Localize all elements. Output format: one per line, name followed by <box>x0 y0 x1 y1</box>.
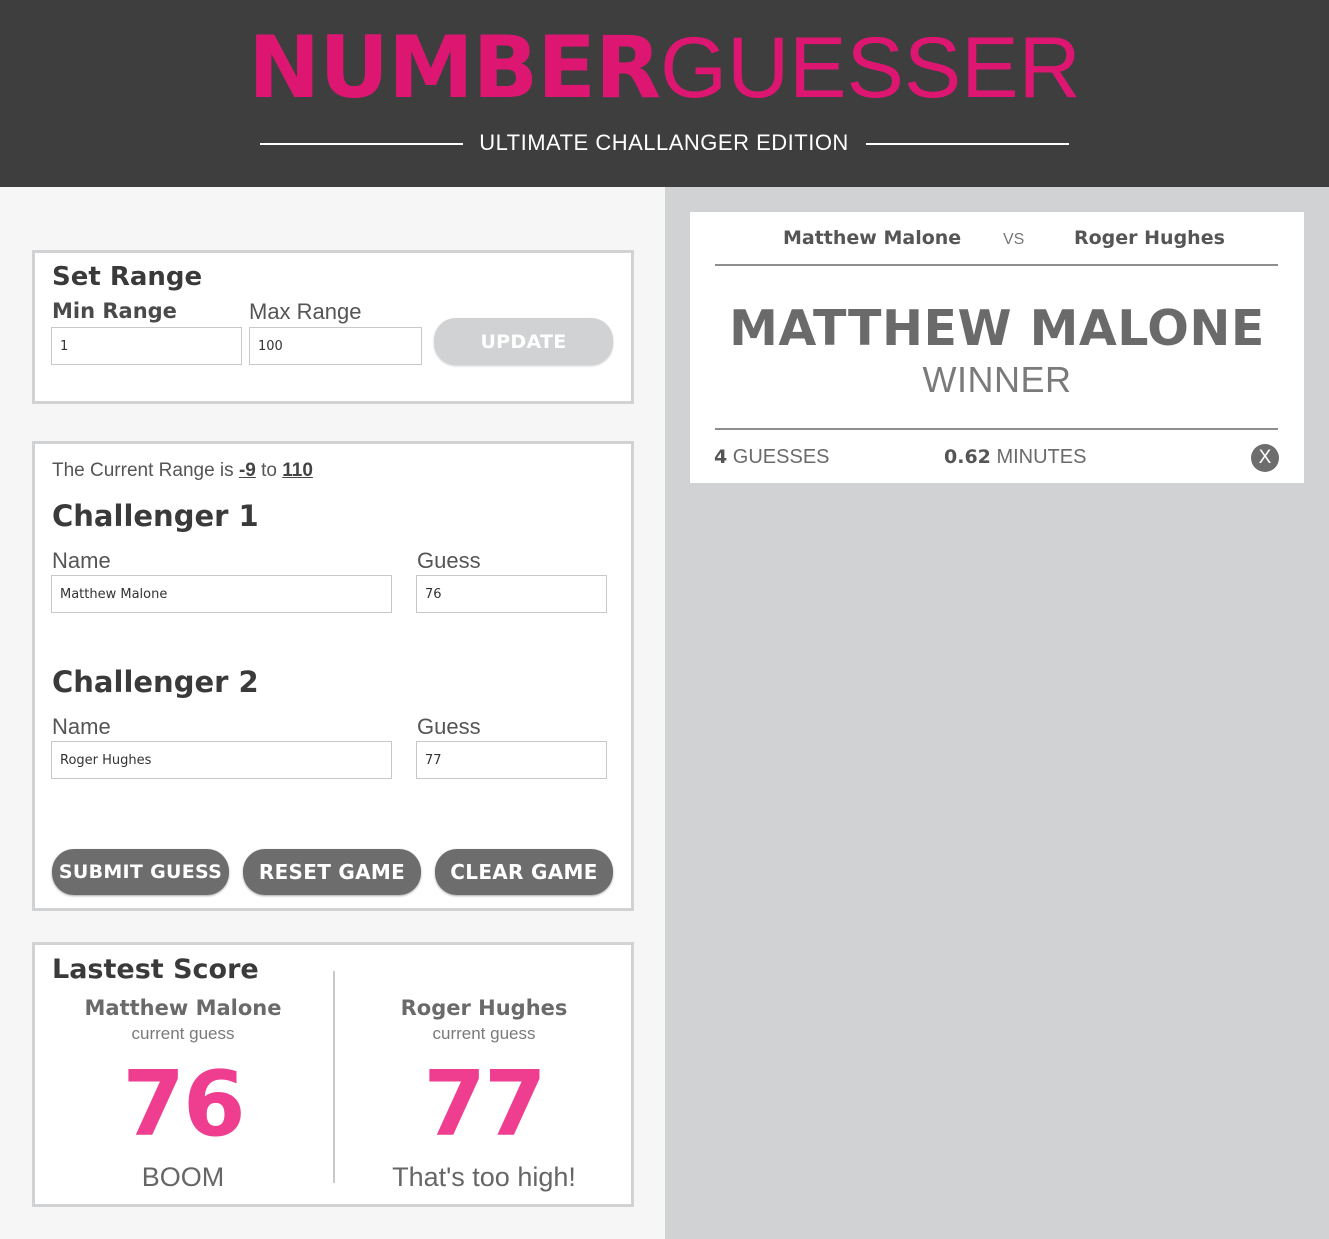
winner-label: WINNER <box>922 359 1072 400</box>
subtitle-rule-right <box>866 143 1069 145</box>
score-column-player-2: Roger Hughes current guess 77 That's too… <box>353 996 615 1193</box>
guesses-stat: 4 GUESSES <box>714 446 830 469</box>
challenger-1-guess-label: Guess <box>417 548 481 573</box>
score-player-1-message: BOOM <box>141 1162 225 1192</box>
winner-card-vs: VS <box>1003 231 1025 248</box>
close-icon[interactable]: X <box>1251 444 1279 472</box>
score-divider <box>333 971 335 1183</box>
challenger-2-title: Challenger 2 <box>52 665 259 699</box>
score-player-1-sub: current guess <box>131 1024 235 1043</box>
winner-card-player-1: Matthew Malone <box>783 227 962 249</box>
score-player-1-name: Matthew Malone <box>84 996 282 1020</box>
score-player-2-sub: current guess <box>432 1024 536 1043</box>
challenger-1-name-input[interactable] <box>51 575 392 613</box>
winner-card-top-rule <box>715 264 1278 266</box>
guesses-label: GUESSES <box>732 446 830 468</box>
current-range-min: -9 <box>238 460 256 481</box>
app-subtitle: ULTIMATE CHALLANGER EDITION <box>479 130 849 155</box>
current-range-to: to <box>261 460 277 481</box>
max-range-input[interactable] <box>249 327 422 365</box>
latest-score-title: Lastest Score <box>52 954 259 985</box>
score-player-2-message: That's too high! <box>392 1162 576 1192</box>
score-player-2-name: Roger Hughes <box>400 996 568 1020</box>
minutes-value: 0.62 <box>944 446 991 468</box>
logo-bold-text: NUMBER <box>248 18 661 118</box>
submit-guess-button[interactable]: SUBMIT GUESS <box>52 849 229 895</box>
challenger-1-guess-input[interactable] <box>416 575 607 613</box>
winner-card-player-2: Roger Hughes <box>1074 227 1225 249</box>
score-player-2-guess: 77 <box>423 1052 546 1157</box>
max-range-label: Max Range <box>249 299 362 324</box>
set-range-title: Set Range <box>52 262 203 292</box>
update-button[interactable]: UPDATE <box>434 318 613 365</box>
current-range-max: 110 <box>282 460 313 481</box>
subtitle-rule-left <box>260 143 463 145</box>
reset-game-button[interactable]: RESET GAME <box>243 849 421 895</box>
clear-game-button[interactable]: CLEAR GAME <box>435 849 613 895</box>
current-range-prefix: The Current Range is <box>52 460 234 481</box>
app-header: NUMBERGUESSER ULTIMATE CHALLANGER EDITIO… <box>0 0 1329 187</box>
challenger-2-guess-input[interactable] <box>416 741 607 779</box>
guesses-count: 4 <box>714 446 728 468</box>
challenger-1-name-label: Name <box>52 548 111 573</box>
app-logo: NUMBERGUESSER <box>0 18 1329 118</box>
challenger-2-name-input[interactable] <box>51 741 392 779</box>
challenger-1-title: Challenger 1 <box>52 499 259 533</box>
minutes-stat: 0.62 MINUTES <box>944 446 1086 469</box>
min-range-label: Min Range <box>52 299 177 323</box>
logo-light-text: GUESSER <box>660 20 1081 116</box>
winner-card-bottom-rule <box>715 428 1278 430</box>
min-range-input[interactable] <box>51 327 242 365</box>
minutes-label: MINUTES <box>996 446 1087 468</box>
current-range-text: The Current Range is -9 to 110 <box>52 460 313 482</box>
score-column-player-1: Matthew Malone current guess 76 BOOM <box>52 996 314 1193</box>
challenger-2-name-label: Name <box>52 714 111 739</box>
score-player-1-guess: 76 <box>122 1052 245 1157</box>
winner-name: MATTHEW MALONE <box>729 300 1265 357</box>
challenger-2-guess-label: Guess <box>417 714 481 739</box>
